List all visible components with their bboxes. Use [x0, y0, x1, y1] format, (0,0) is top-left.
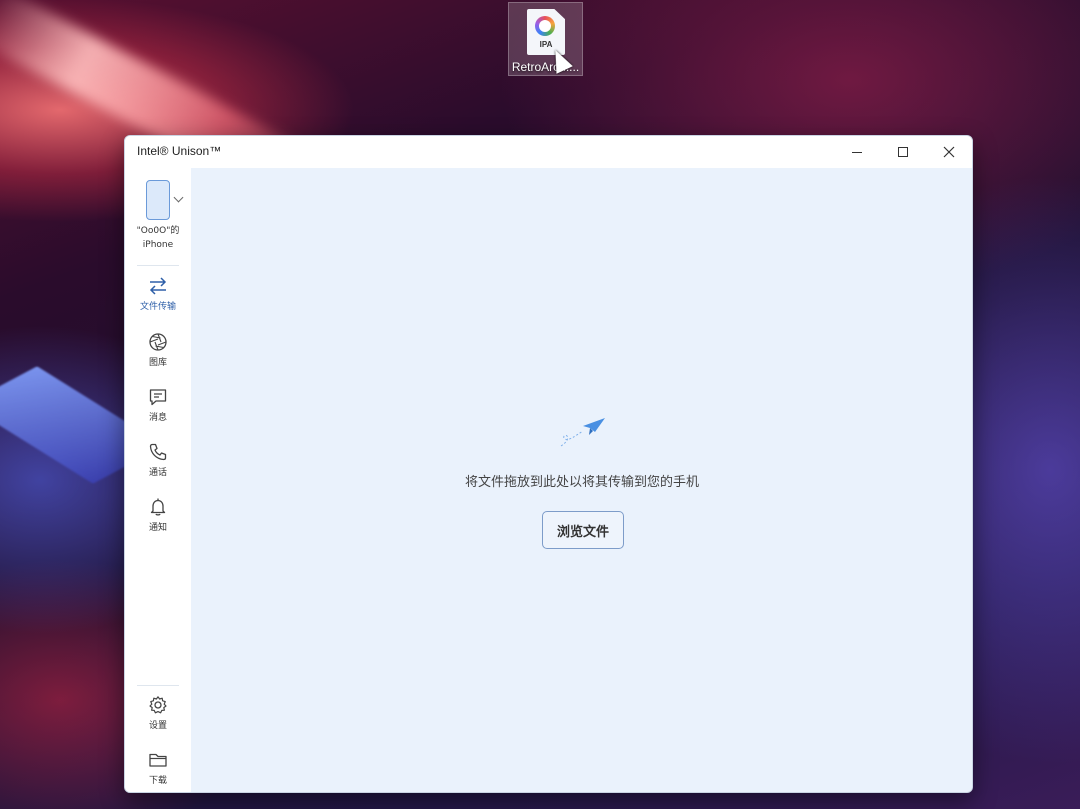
- sidebar-item-label: 消息: [148, 413, 167, 423]
- browse-files-button[interactable]: 浏览文件: [542, 511, 624, 549]
- paper-plane-icon: [560, 418, 605, 447]
- sidebar-item-downloads[interactable]: 下载: [125, 750, 191, 792]
- sidebar-item-gallery[interactable]: 图库: [125, 332, 191, 378]
- phone-device-icon: [146, 180, 170, 220]
- close-icon: [943, 146, 955, 158]
- sidebar-item-file-transfer[interactable]: 文件传输: [125, 276, 191, 322]
- music-disc-icon: [535, 16, 555, 36]
- sidebar-item-calls[interactable]: 通话: [125, 442, 191, 488]
- unison-window: Intel® Unison™ "Oo0O"的 iPhone 文件传输 图库 消息…: [124, 135, 973, 793]
- sidebar-item-label: 设置: [148, 721, 167, 731]
- sidebar-item-label: 文件传输: [139, 302, 176, 312]
- sidebar-divider: [137, 265, 179, 266]
- sidebar-item-label: 通话: [148, 468, 167, 478]
- device-name: "Oo0O"的 iPhone: [125, 224, 191, 252]
- gear-icon: [149, 696, 167, 714]
- folder-icon: [149, 753, 167, 767]
- device-name-line2: iPhone: [142, 240, 174, 250]
- title-bar[interactable]: Intel® Unison™: [125, 136, 972, 168]
- device-name-line1: "Oo0O"的: [136, 226, 180, 236]
- sidebar-divider: [137, 685, 179, 686]
- sidebar-item-settings[interactable]: 设置: [125, 695, 191, 741]
- message-icon: [149, 389, 167, 406]
- sidebar: "Oo0O"的 iPhone 文件传输 图库 消息 通话 通知 设置 下载: [125, 168, 191, 792]
- drop-instructions: 将文件拖放到此处以将其传输到您的手机: [464, 475, 699, 490]
- aperture-icon: [149, 333, 167, 351]
- maximize-button[interactable]: [880, 136, 926, 168]
- file-transfer-drop-zone[interactable]: 将文件拖放到此处以将其传输到您的手机 浏览文件: [191, 168, 972, 792]
- bell-icon: [150, 498, 166, 516]
- device-selector[interactable]: "Oo0O"的 iPhone: [125, 178, 191, 258]
- sidebar-item-label: 通知: [148, 523, 167, 533]
- sidebar-item-notifications[interactable]: 通知: [125, 497, 191, 543]
- window-title: Intel® Unison™: [137, 144, 222, 158]
- close-button[interactable]: [926, 136, 972, 168]
- phone-icon: [149, 443, 167, 461]
- sidebar-item-label: 图库: [148, 358, 167, 368]
- chevron-down-icon[interactable]: [173, 192, 184, 203]
- sidebar-item-messages[interactable]: 消息: [125, 387, 191, 433]
- maximize-icon: [898, 147, 908, 157]
- sidebar-item-label: 下载: [148, 776, 167, 786]
- transfer-arrows-icon: [149, 277, 167, 295]
- minimize-icon: [852, 151, 862, 153]
- minimize-button[interactable]: [834, 136, 880, 168]
